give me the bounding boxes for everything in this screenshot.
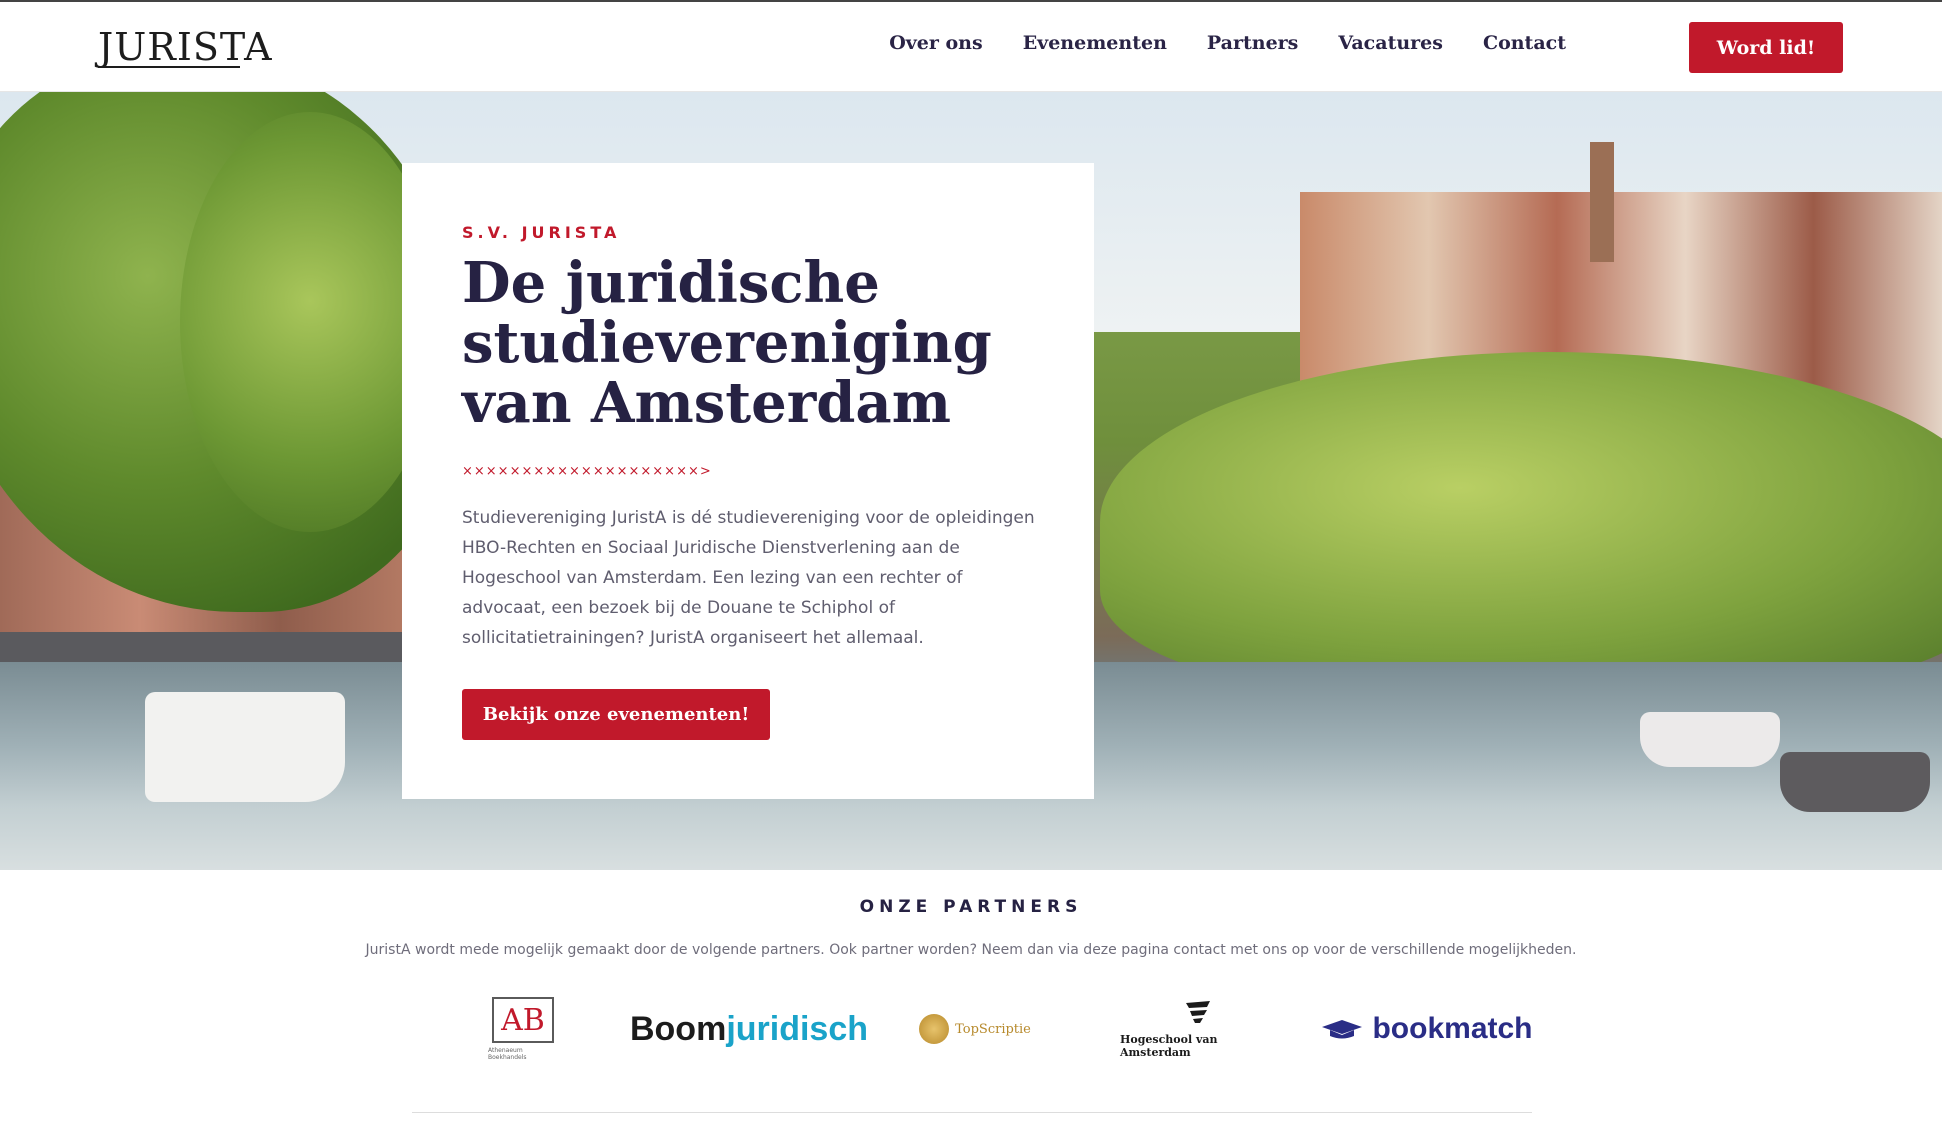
partners-subtitle: JuristA wordt mede mogelijk gemaakt door… <box>365 942 1577 958</box>
trees-right <box>1100 352 1942 692</box>
graduation-cap-icon <box>1322 1020 1363 1039</box>
bookmatch-text: bookmatch <box>1372 1012 1533 1045</box>
nav-partners[interactable]: Partners <box>1207 32 1298 54</box>
nav-contact[interactable]: Contact <box>1483 32 1566 54</box>
topscriptie-icon <box>919 1014 950 1044</box>
athenaeum-caption: Athenaeum Boekhandels <box>488 1047 527 1061</box>
hva-logo-icon <box>1185 1001 1210 1023</box>
section-divider <box>412 1112 1532 1113</box>
boom-text: Boom <box>629 1009 727 1048</box>
partner-hva[interactable]: Hogeschool van Amsterdam <box>1120 994 1275 1064</box>
nav-vacatures[interactable]: Vacatures <box>1338 32 1443 54</box>
hero-divider: ××××××××××××××××××××> <box>462 464 712 479</box>
hero-title: De juridische studievereniging van Amste… <box>462 250 992 436</box>
hero-eyebrow: S.V. JURISTA <box>462 223 621 242</box>
athenaeum-logo-icon: AB <box>492 997 554 1043</box>
boat-right <box>1640 712 1780 767</box>
partner-bookmatch[interactable]: bookmatch <box>1319 994 1534 1064</box>
events-cta-button[interactable]: Bekijk onze evenementen! <box>462 689 770 740</box>
site-header: JURISTA Over ons Evenementen Partners Va… <box>0 0 1942 92</box>
main-nav: Over ons Evenementen Partners Vacatures … <box>889 32 1566 54</box>
logo-underline <box>98 66 240 68</box>
church-tower <box>1590 142 1614 262</box>
partner-athenaeum[interactable]: AB Athenaeum Boekhandels <box>488 994 558 1064</box>
topscriptie-text: TopScriptie <box>955 1021 1031 1037</box>
hva-text: Hogeschool van Amsterdam <box>1120 1033 1218 1059</box>
hero-card: S.V. JURISTA De juridische studieverenig… <box>402 163 1094 799</box>
nav-evenementen[interactable]: Evenementen <box>1023 32 1167 54</box>
partner-boom-juridisch[interactable]: Boom juridisch <box>630 994 868 1064</box>
boat-left <box>145 692 345 802</box>
nav-over-ons[interactable]: Over ons <box>889 32 983 54</box>
partners-heading: ONZE PARTNERS <box>859 897 1083 917</box>
tree-left-small <box>180 112 440 532</box>
partner-logos: AB Athenaeum Boekhandels Boom juridisch T… <box>400 994 1540 1064</box>
logo-text: JURISTA <box>98 25 273 69</box>
join-button[interactable]: Word lid! <box>1689 22 1843 73</box>
boat-right-dark <box>1780 752 1930 812</box>
hero-description: Studievereniging JuristA is dé studiever… <box>462 508 1035 648</box>
partner-topscriptie[interactable]: TopScriptie <box>915 994 1035 1064</box>
jurista-logo[interactable]: JURISTA <box>98 26 272 68</box>
juridisch-text: juridisch <box>726 1009 869 1048</box>
